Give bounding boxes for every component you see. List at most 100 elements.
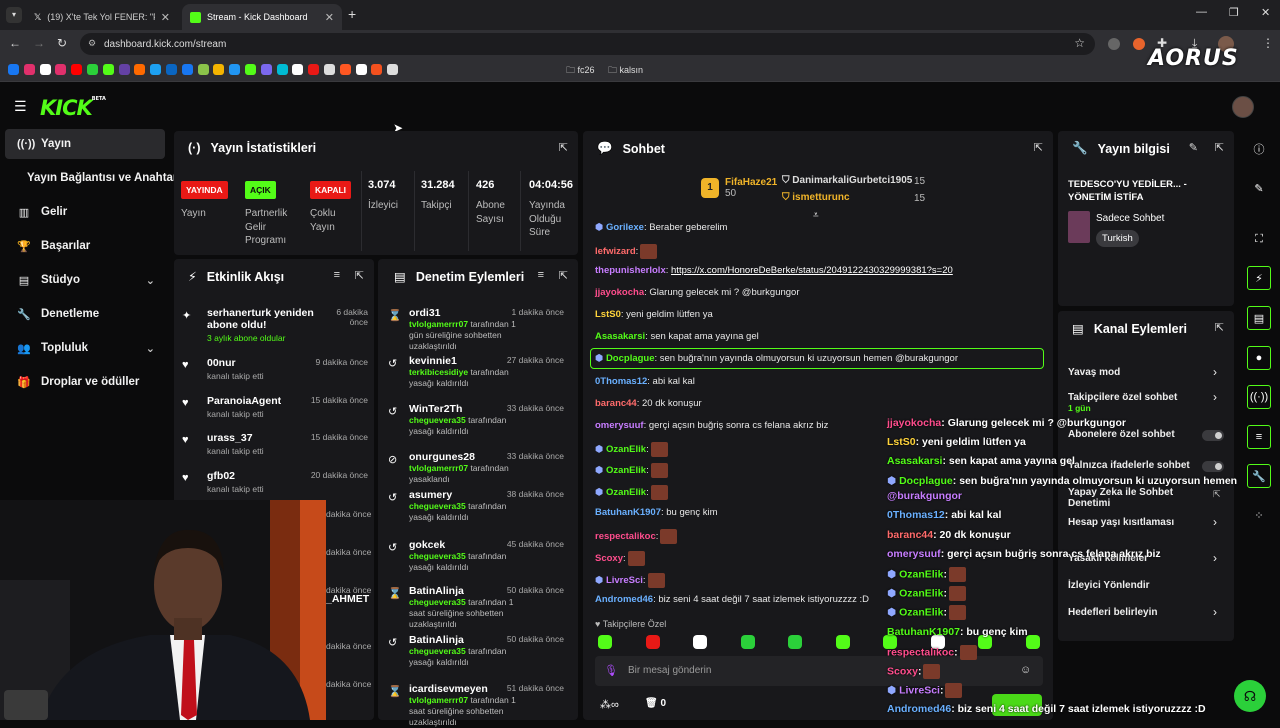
extension-icon[interactable] xyxy=(1133,38,1145,50)
channel-action-item[interactable]: Hedefleri belirleyin xyxy=(1068,607,1208,618)
chat-username[interactable]: Andromed46 xyxy=(595,594,653,605)
filter-icon[interactable]: ≡ xyxy=(334,269,340,281)
close-window-icon[interactable]: ✕ xyxy=(1261,6,1270,19)
user-avatar[interactable] xyxy=(1232,96,1254,118)
chevron-right-icon[interactable]: › xyxy=(1213,365,1217,379)
bookmark-icon[interactable] xyxy=(150,64,162,75)
close-tab-icon[interactable]: ✕ xyxy=(325,11,334,24)
reload-icon[interactable]: ↻ xyxy=(57,36,67,50)
sidebar-item-stream-key[interactable]: Yayın Bağlantısı ve Anahtarı xyxy=(5,163,181,193)
sidebar-item-denetleme[interactable]: 🔧 Denetleme xyxy=(5,299,165,329)
popout-icon[interactable]: ⇱ xyxy=(559,141,568,154)
microphone-icon[interactable]: 🎙 xyxy=(604,664,618,677)
expand-gifters-icon[interactable]: ⩡ xyxy=(813,210,819,221)
document-icon[interactable]: ▤ xyxy=(1247,306,1271,330)
bookmark-icon[interactable] xyxy=(55,64,67,75)
tag-badge[interactable]: Turkish xyxy=(1096,230,1139,247)
channel-action-item[interactable]: Yavaş mod xyxy=(1068,367,1208,378)
popout-icon[interactable]: ⇱ xyxy=(1215,321,1224,334)
toggle-switch[interactable] xyxy=(1202,430,1224,441)
popout-icon[interactable]: ⇱ xyxy=(559,269,568,282)
channel-action-item[interactable]: Takipçilere özel sohbet 1 gün xyxy=(1068,392,1208,413)
bookmark-icon[interactable] xyxy=(276,64,288,75)
forward-icon[interactable]: → xyxy=(33,36,45,50)
minimize-window-icon[interactable]: — xyxy=(1196,6,1207,18)
toggle-switch[interactable] xyxy=(1202,461,1224,472)
sidebar-item-topluluk[interactable]: 👥 Topluluk ⌄ xyxy=(5,333,165,363)
sidebar-item-droplar[interactable]: 🎁 Droplar ve ödüller xyxy=(5,367,165,397)
chat-username[interactable]: baranc44 xyxy=(595,398,637,409)
bookmark-icon[interactable] xyxy=(118,64,130,75)
quick-emote[interactable] xyxy=(598,635,612,649)
bookmark-folder[interactable]: 🗀 kalsın xyxy=(608,63,643,79)
top-gifter-2[interactable]: ⛉ DanimarkaliGurbetci1905 xyxy=(782,175,912,186)
quick-emote[interactable] xyxy=(788,635,802,649)
channel-action-item[interactable]: Yapay Zeka ile Sohbet Denetimi xyxy=(1068,487,1208,509)
bookmark-icon[interactable] xyxy=(260,64,272,75)
chat-link[interactable]: https://x.com/HonoreDeBerke/status/20491… xyxy=(671,265,953,276)
filter-icon[interactable]: ≡ xyxy=(538,269,544,281)
chat-input[interactable]: 🎙 Bir mesaj gönderin xyxy=(595,656,1043,686)
wrench-icon[interactable]: 🔧 xyxy=(1247,464,1271,488)
bookmark-icon[interactable] xyxy=(197,64,209,75)
bookmark-icon[interactable] xyxy=(23,64,35,75)
bookmark-icon[interactable] xyxy=(308,64,320,75)
chevron-right-icon[interactable]: › xyxy=(1213,390,1217,404)
bookmark-icon[interactable] xyxy=(355,64,367,75)
chat-username[interactable]: OzanElik xyxy=(606,444,646,455)
browser-menu-icon[interactable]: ⋮ xyxy=(1262,36,1274,50)
popout-icon[interactable]: ⇱ xyxy=(1215,141,1224,154)
chat-username[interactable]: LstS0 xyxy=(595,309,621,320)
sidebar-item-yayin[interactable]: ((·)) Yayın xyxy=(5,129,165,159)
quick-emote[interactable] xyxy=(740,635,755,649)
kick-logo[interactable]: KICKBETA xyxy=(40,96,106,120)
bookmark-icon[interactable] xyxy=(324,64,335,75)
chevron-right-icon[interactable]: › xyxy=(1213,605,1217,619)
browser-tab-x[interactable]: 𝕏 (19) X'te Tek Yol FENER: "Fener'i ✕ xyxy=(26,4,178,30)
bookmark-icon[interactable] xyxy=(71,64,83,75)
chevron-right-icon[interactable]: › xyxy=(1213,551,1217,565)
bolt-icon[interactable]: ⚡ xyxy=(1247,266,1271,290)
bookmark-icon[interactable] xyxy=(229,64,241,75)
chat-username[interactable]: Asasakarsi xyxy=(595,331,645,342)
sidebar-item-gelir[interactable]: ▥ Gelir xyxy=(5,197,165,227)
bookmark-icon[interactable] xyxy=(102,64,114,75)
chat-username[interactable]: LivreSci xyxy=(606,575,643,586)
external-link-icon[interactable]: ⇱ xyxy=(1213,489,1221,500)
quick-emote[interactable] xyxy=(693,635,707,649)
sidebar-item-studyo[interactable]: ▤ Stüdyo ⌄ xyxy=(5,265,165,295)
bookmark-folder[interactable]: 🗀 fc26 xyxy=(566,63,595,79)
url-bar[interactable]: ⚙ dashboard.kick.com/stream ☆ xyxy=(80,33,1095,55)
chat-username[interactable]: Scoxy xyxy=(595,553,623,564)
emote-picker-icon[interactable]: ☺ xyxy=(1020,664,1031,676)
chat-username[interactable]: Docplague xyxy=(606,353,655,364)
info-icon[interactable]: ⓘ xyxy=(1247,137,1271,161)
bookmark-icon[interactable] xyxy=(387,64,399,75)
edit-pencil-icon[interactable]: ✎ xyxy=(1189,141,1198,154)
bookmark-icon[interactable] xyxy=(87,64,98,75)
chat-username[interactable]: jjayokocha xyxy=(595,287,644,298)
browser-tab-kick[interactable]: Stream - Kick Dashboard ✕ xyxy=(182,4,342,30)
community-icon[interactable]: ⁘ xyxy=(1247,503,1271,527)
extension-icon[interactable] xyxy=(1108,38,1120,50)
channel-action-item[interactable]: Abonelere özel sohbet xyxy=(1068,429,1208,440)
chevron-right-icon[interactable]: › xyxy=(1213,515,1217,529)
support-button[interactable]: ☊ xyxy=(1234,680,1266,712)
broadcast-icon[interactable]: ((·)) xyxy=(1247,385,1271,409)
chat-username[interactable]: BatuhanK1907 xyxy=(595,507,661,518)
fullscreen-icon[interactable]: ⛶ xyxy=(1247,227,1271,251)
quick-emote[interactable] xyxy=(835,635,850,649)
bookmark-icon[interactable] xyxy=(245,64,256,75)
chat-username[interactable]: respectalikoc xyxy=(595,531,656,542)
chat-username[interactable]: omerysuuf xyxy=(595,420,644,431)
site-info-icon[interactable]: ⚙ xyxy=(88,38,96,49)
edit-pencil-icon[interactable]: ✎ xyxy=(1247,176,1271,200)
close-tab-icon[interactable]: ✕ xyxy=(161,11,170,24)
bookmark-icon[interactable] xyxy=(181,64,193,75)
top-gifter-3[interactable]: ⛉ ismetturunc xyxy=(782,192,850,203)
chat-username[interactable]: lefwizard xyxy=(595,246,636,257)
chat-bubble-icon[interactable]: ● xyxy=(1247,346,1271,370)
chat-username[interactable]: 0Thomas12 xyxy=(595,376,647,387)
channel-action-item[interactable]: Hesap yaşı kısıtlaması xyxy=(1068,517,1208,528)
bookmark-icon[interactable] xyxy=(166,64,177,75)
